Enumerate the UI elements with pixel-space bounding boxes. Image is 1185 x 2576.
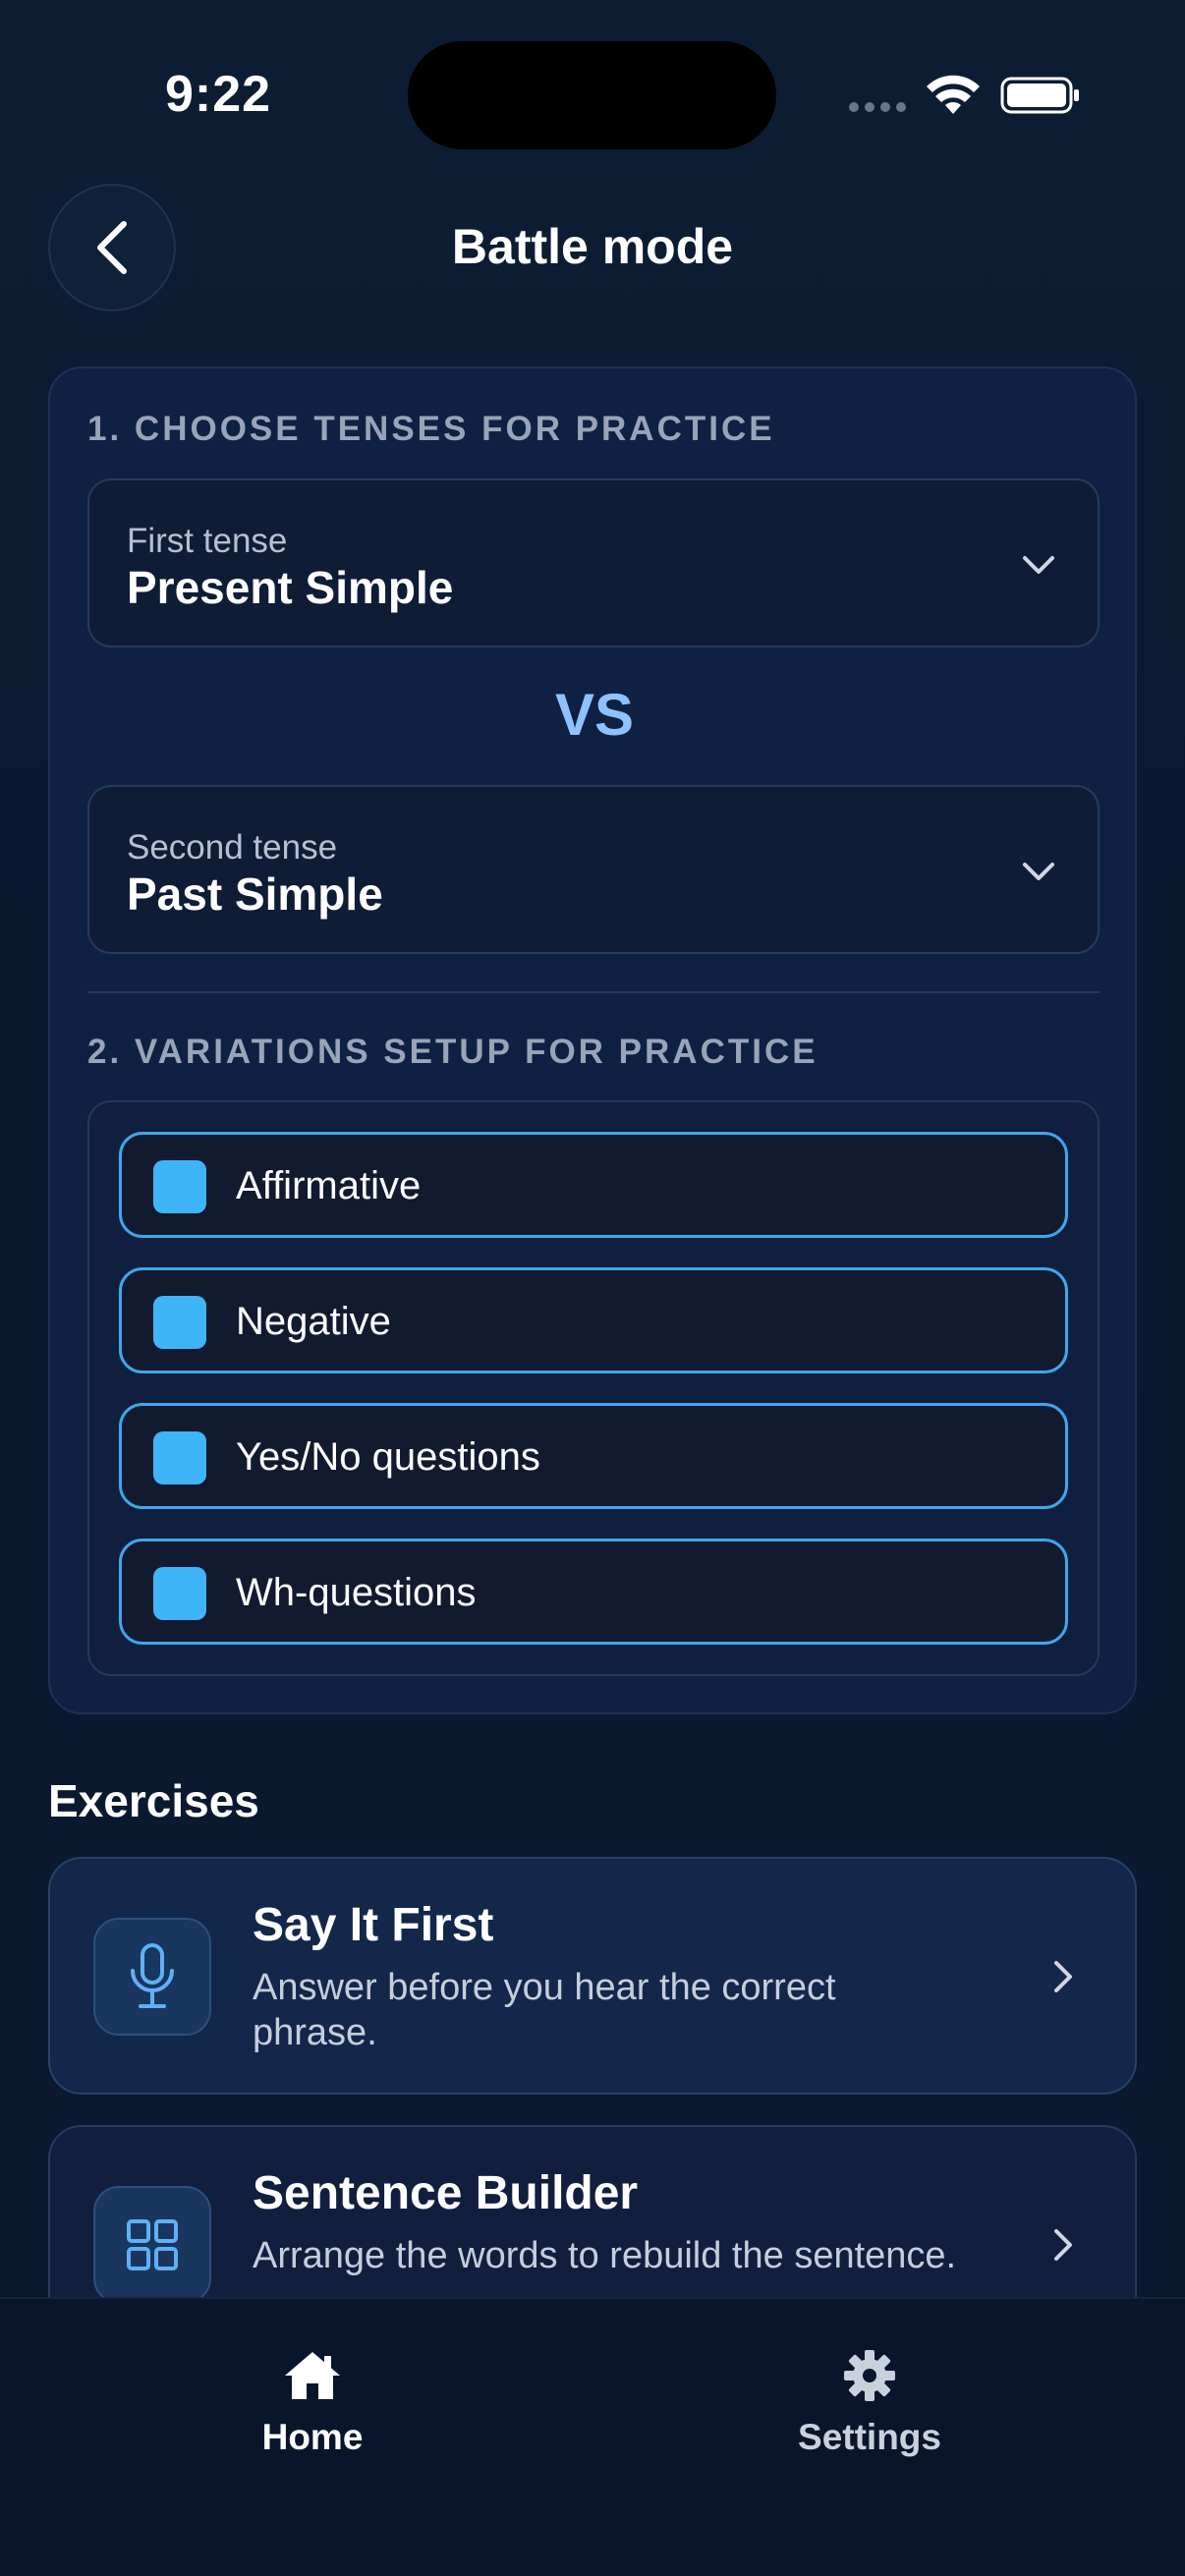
home-icon bbox=[285, 2352, 340, 2399]
tab-bar: Home Settings bbox=[0, 2297, 1185, 2576]
exercises-heading: Exercises bbox=[48, 1775, 259, 1826]
variation-affirmative[interactable]: Affirmative bbox=[119, 1132, 1068, 1238]
chevron-right-icon bbox=[1054, 2229, 1072, 2261]
checkbox[interactable] bbox=[153, 1296, 206, 1349]
wifi-icon bbox=[927, 75, 980, 114]
exercise-title: Sentence Builder bbox=[253, 2167, 639, 2219]
checkbox[interactable] bbox=[153, 1160, 206, 1213]
first-tense-value: Present Simple bbox=[127, 562, 454, 613]
cellular-signal-icon bbox=[849, 102, 906, 112]
exercise-title: Say It First bbox=[253, 1899, 494, 1951]
chevron-down-icon bbox=[1023, 863, 1054, 880]
second-tense-select[interactable]: Second tense Past Simple bbox=[87, 785, 1100, 954]
tenses-section-heading: 1. CHOOSE TENSES FOR PRACTICE bbox=[87, 410, 775, 448]
variation-label: Yes/No questions bbox=[236, 1435, 540, 1479]
practice-setup-card: 1. CHOOSE TENSES FOR PRACTICE First tens… bbox=[48, 366, 1137, 1714]
exercise-icon-tile bbox=[93, 1918, 211, 2036]
tab-settings[interactable]: Settings bbox=[722, 2348, 1017, 2458]
chevron-down-icon bbox=[1023, 556, 1054, 574]
battery-icon bbox=[1000, 77, 1079, 114]
second-tense-value: Past Simple bbox=[127, 868, 383, 920]
exercise-icon-tile bbox=[93, 2186, 211, 2304]
gear-icon bbox=[844, 2350, 895, 2401]
exercise-description: Answer before you hear the correct phras… bbox=[253, 1967, 836, 2053]
tab-home[interactable]: Home bbox=[165, 2348, 460, 2458]
tab-label: Home bbox=[261, 2417, 364, 2457]
exercise-description: Arrange the words to rebuild the sentenc… bbox=[253, 2235, 957, 2276]
section-divider bbox=[87, 991, 1100, 993]
battle-mode-screen: 9:22 Battle mode 1. CHOOSE TENSES FOR PR… bbox=[0, 0, 1185, 2576]
status-time: 9:22 bbox=[165, 66, 272, 123]
microphone-icon bbox=[131, 1943, 174, 2008]
second-tense-label: Second tense bbox=[127, 828, 338, 867]
variation-label: Negative bbox=[236, 1300, 391, 1343]
variation-negative[interactable]: Negative bbox=[119, 1267, 1068, 1373]
first-tense-label: First tense bbox=[127, 522, 288, 560]
page-title: Battle mode bbox=[451, 219, 734, 274]
grid-icon bbox=[127, 2219, 178, 2270]
checkbox[interactable] bbox=[153, 1567, 206, 1620]
vs-label: VS bbox=[554, 682, 635, 748]
tab-label: Settings bbox=[798, 2417, 941, 2457]
variation-wh-questions[interactable]: Wh-questions bbox=[119, 1539, 1068, 1645]
variation-label: Affirmative bbox=[236, 1164, 422, 1207]
variations-section-heading: 2. VARIATIONS SETUP FOR PRACTICE bbox=[87, 1033, 818, 1071]
checkbox[interactable] bbox=[153, 1431, 206, 1484]
exercise-say-it-first[interactable]: Say It First Answer before you hear the … bbox=[48, 1857, 1137, 2095]
dynamic-island bbox=[408, 41, 776, 149]
chevron-right-icon bbox=[1054, 1961, 1072, 1992]
variation-label: Wh-questions bbox=[236, 1571, 477, 1614]
variations-list: Affirmative Negative Yes/No questions Wh… bbox=[87, 1100, 1100, 1676]
variation-yes-no-questions[interactable]: Yes/No questions bbox=[119, 1403, 1068, 1509]
first-tense-select[interactable]: First tense Present Simple bbox=[87, 478, 1100, 647]
